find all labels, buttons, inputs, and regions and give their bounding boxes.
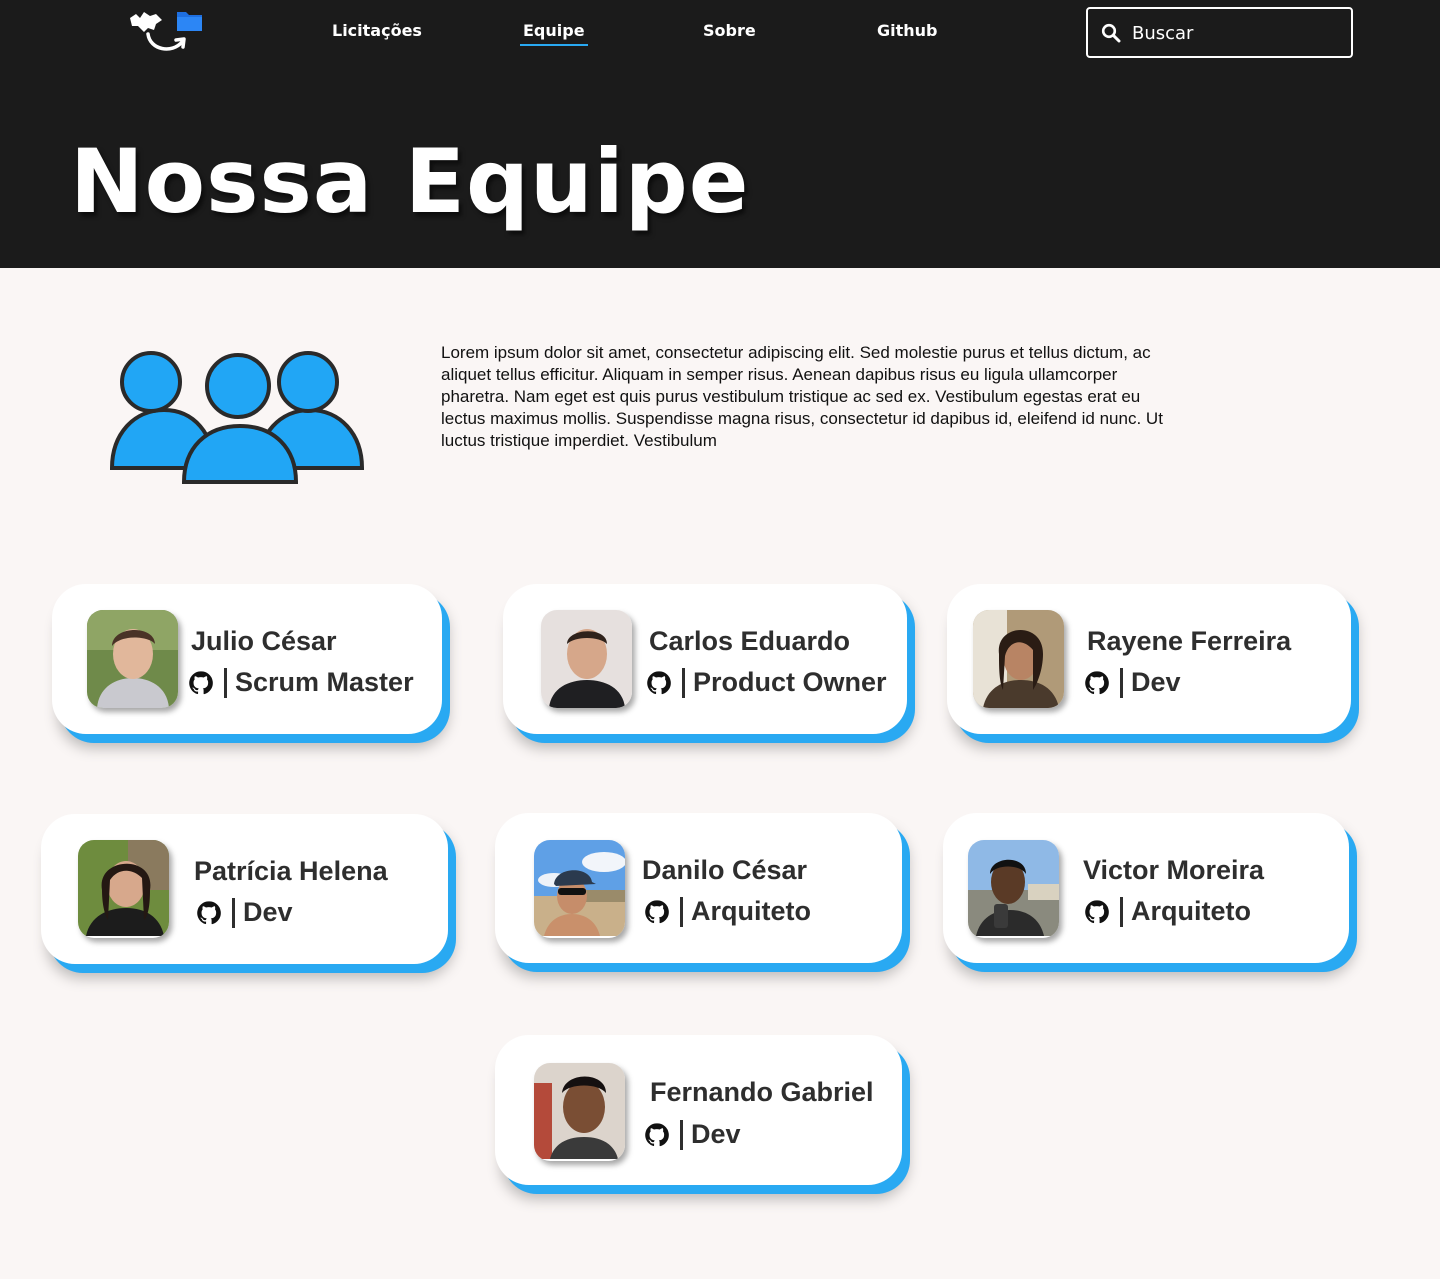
member-avatar (87, 610, 178, 708)
separator (680, 896, 683, 927)
member-avatar (541, 610, 632, 708)
group-users-icon (109, 351, 365, 484)
member-name: Danilo César (642, 855, 808, 885)
member-info: Scrum Master (188, 667, 414, 698)
search-input[interactable] (1132, 17, 1342, 49)
member-name: Fernando Gabriel (650, 1077, 874, 1107)
member-role: Dev (243, 897, 293, 927)
search-box[interactable] (1086, 7, 1353, 58)
member-role: Dev (691, 1119, 741, 1149)
page-title: Nossa Equipe (70, 130, 750, 233)
member-role: Dev (1131, 667, 1181, 697)
member-role: Product Owner (693, 667, 887, 697)
member-card[interactable]: Danilo César Arquiteto (495, 813, 902, 963)
member-role: Arquiteto (691, 896, 811, 926)
member-card[interactable]: Julio César Scrum Master (52, 584, 442, 734)
member-name: Carlos Eduardo (649, 626, 851, 656)
github-icon[interactable] (1084, 899, 1110, 925)
member-card[interactable]: Fernando Gabriel Dev (495, 1035, 902, 1185)
search-icon[interactable] (1101, 23, 1121, 43)
nav-github-link[interactable]: Github (877, 21, 938, 40)
app-logo-icon[interactable] (126, 6, 208, 56)
member-info: Product Owner (646, 667, 887, 698)
top-header: Licitações Equipe Sobre Github Nossa Equ… (0, 0, 1440, 268)
nav-sobre-link[interactable]: Sobre (703, 21, 756, 40)
member-avatar (534, 1063, 625, 1161)
member-avatar (78, 840, 169, 938)
github-icon[interactable] (644, 899, 670, 925)
member-info: Dev (1084, 667, 1181, 698)
member-role: Arquiteto (1131, 896, 1251, 926)
member-info: Dev (644, 1119, 741, 1150)
member-avatar (534, 840, 625, 938)
member-role: Scrum Master (235, 667, 414, 697)
github-icon[interactable] (644, 1122, 670, 1148)
member-name: Julio César (191, 626, 337, 656)
member-card[interactable]: Victor Moreira Arquiteto (943, 813, 1349, 963)
separator (1120, 896, 1123, 927)
member-info: Arquiteto (1084, 896, 1251, 927)
github-icon[interactable] (1084, 670, 1110, 696)
intro-paragraph: Lorem ipsum dolor sit amet, consectetur … (441, 343, 1163, 450)
member-info: Arquiteto (644, 896, 811, 927)
nav-licitacoes-link[interactable]: Licitações (332, 21, 422, 40)
separator (682, 667, 685, 698)
member-card[interactable]: Patrícia Helena Dev (41, 814, 448, 964)
github-icon[interactable] (646, 670, 672, 696)
separator (1120, 667, 1123, 698)
nav-equipe-link[interactable]: Equipe (520, 21, 588, 46)
member-avatar (968, 840, 1059, 938)
member-card[interactable]: Rayene Ferreira Dev (947, 584, 1351, 734)
separator (224, 667, 227, 698)
member-name: Rayene Ferreira (1087, 626, 1292, 656)
separator (232, 897, 235, 928)
separator (680, 1119, 683, 1150)
github-icon[interactable] (196, 900, 222, 926)
member-card[interactable]: Carlos Eduardo Product Owner (503, 584, 907, 734)
member-name: Patrícia Helena (194, 856, 388, 886)
member-name: Victor Moreira (1083, 855, 1265, 885)
member-avatar (973, 610, 1064, 708)
member-info: Dev (196, 897, 293, 928)
github-icon[interactable] (188, 670, 214, 696)
